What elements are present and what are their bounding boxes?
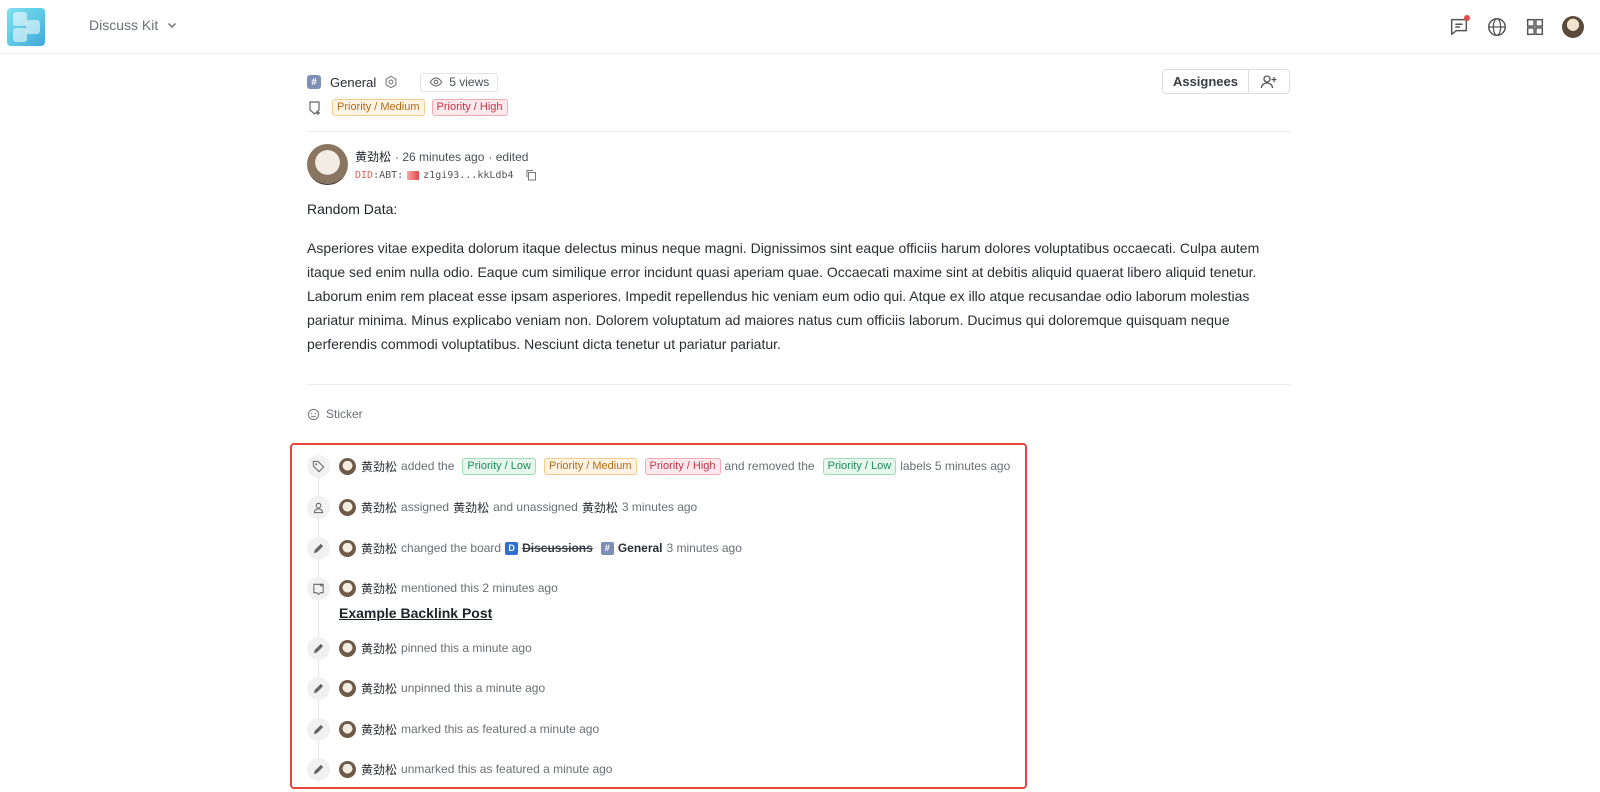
eye-icon xyxy=(429,77,443,87)
label-priority-high[interactable]: Priority / High xyxy=(644,457,721,475)
user-name[interactable]: 黄劲松 xyxy=(361,540,397,557)
assignees-button[interactable]: Assignees xyxy=(1163,70,1249,93)
board-hash-icon: # xyxy=(600,541,614,555)
add-user-icon xyxy=(1260,74,1277,88)
did-type: :ABT: xyxy=(373,169,404,181)
user-name[interactable]: 黄劲松 xyxy=(361,680,397,697)
event-text: and removed the xyxy=(724,459,815,473)
user-name[interactable]: 黄劲松 xyxy=(361,761,397,778)
avatar[interactable] xyxy=(339,760,356,778)
event-text: added the xyxy=(401,459,455,473)
globe-icon[interactable] xyxy=(1484,14,1510,40)
assignees-group: Assignees xyxy=(1161,69,1290,94)
avatar[interactable] xyxy=(339,457,356,475)
avatar[interactable] xyxy=(339,720,356,738)
post-body: Asperiores vitae expedita dolorum itaque… xyxy=(307,240,1260,352)
user-icon xyxy=(307,495,330,519)
apps-grid-icon[interactable] xyxy=(1522,14,1548,40)
event-text: changed the board xyxy=(401,541,502,555)
event-text: and unassigned xyxy=(493,500,578,514)
avatar[interactable] xyxy=(339,679,356,697)
pencil-icon xyxy=(307,636,330,660)
did-avatar-icon xyxy=(407,170,420,180)
sticker-label: Sticker xyxy=(326,407,363,421)
new-board[interactable]: General xyxy=(618,541,663,555)
backlink-icon xyxy=(307,576,330,600)
post-author: 黄劲松 · 26 minutes ago · edited DID:ABT: z… xyxy=(307,144,537,185)
app-name: Discuss Kit xyxy=(89,17,159,33)
post-time: · 26 minutes ago xyxy=(395,149,485,164)
app-switcher[interactable]: Discuss Kit xyxy=(89,17,178,33)
user-name[interactable]: 黄劲松 xyxy=(361,640,397,657)
label-priority-low[interactable]: Priority / Low xyxy=(822,457,897,475)
avatar[interactable] xyxy=(339,639,356,657)
event-mention: 黄劲松 mentioned this 2 minutes ago xyxy=(307,576,562,600)
event-time: 3 minutes ago xyxy=(621,500,698,514)
board-name[interactable]: General xyxy=(330,75,376,90)
event-text: marked this as featured a minute ago xyxy=(401,722,600,736)
author-did: DID:ABT: z1gi93...kkLdb4 xyxy=(355,169,537,181)
event-text: mentioned this 2 minutes ago xyxy=(401,581,558,595)
label-priority-low[interactable]: Priority / Low xyxy=(462,457,536,475)
board-hash-icon: # xyxy=(307,75,321,89)
user-name[interactable]: 黄劲松 xyxy=(582,499,618,516)
chevron-down-icon xyxy=(168,22,177,29)
user-name[interactable]: 黄劲松 xyxy=(361,721,397,738)
views-label: 5 views xyxy=(449,75,490,89)
edited-flag: · edited xyxy=(488,149,529,164)
user-name[interactable]: 黄劲松 xyxy=(361,458,397,475)
smile-add-icon xyxy=(307,408,320,420)
old-board[interactable]: Discussions xyxy=(522,541,593,555)
divider xyxy=(307,131,1290,132)
event-text: unpinned this a minute ago xyxy=(401,681,546,695)
backlink-post-link[interactable]: Example Backlink Post xyxy=(339,605,492,621)
user-name[interactable]: 黄劲松 xyxy=(453,499,489,516)
avatar[interactable] xyxy=(339,498,356,516)
event-labels: 黄劲松 added the Priority / Low Priority / … xyxy=(307,454,1014,478)
top-bar: Discuss Kit xyxy=(0,0,1600,54)
event-assign: 黄劲松 assigned 黄劲松 and unassigned 黄劲松 3 mi… xyxy=(307,495,701,519)
label-priority-medium[interactable]: Priority / Medium xyxy=(543,457,637,475)
event-text: pinned this a minute ago xyxy=(401,641,532,655)
views-count: 5 views xyxy=(420,72,499,92)
app-logo[interactable] xyxy=(7,8,45,46)
event-board-change: 黄劲松 changed the board D Discussions # Ge… xyxy=(307,536,746,560)
user-avatar[interactable] xyxy=(1560,14,1586,40)
did-prefix: DID xyxy=(355,169,374,181)
event-featured: 黄劲松 marked this as featured a minute ago xyxy=(307,717,603,741)
event-time: labels 5 minutes ago xyxy=(900,459,1011,473)
author-avatar[interactable] xyxy=(307,144,348,185)
post-title: Random Data: xyxy=(307,201,398,217)
pencil-icon xyxy=(307,536,330,560)
board-discussions-icon: D xyxy=(505,541,519,555)
event-pinned: 黄劲松 pinned this a minute ago xyxy=(307,636,536,660)
pencil-icon xyxy=(307,757,330,781)
settings-gear-icon[interactable] xyxy=(384,75,398,89)
author-name[interactable]: 黄劲松 xyxy=(355,148,391,165)
pencil-icon xyxy=(307,717,330,741)
sticker-button[interactable]: Sticker xyxy=(307,407,363,421)
event-text: assigned xyxy=(401,500,450,514)
notification-dot xyxy=(1464,15,1470,21)
user-name[interactable]: 黄劲松 xyxy=(361,580,397,597)
event-time: 3 minutes ago xyxy=(666,541,742,555)
post-labels: Priority / Medium Priority / High xyxy=(307,99,508,116)
tag-icon xyxy=(307,454,330,478)
event-unfeatured: 黄劲松 unmarked this as featured a minute a… xyxy=(307,757,616,781)
pencil-icon xyxy=(307,676,330,700)
divider xyxy=(307,384,1290,385)
event-unpinned: 黄劲松 unpinned this a minute ago xyxy=(307,676,549,700)
add-assignee-button[interactable] xyxy=(1249,70,1289,93)
avatar[interactable] xyxy=(339,579,356,597)
label-priority-medium[interactable]: Priority / Medium xyxy=(332,99,425,116)
label-add-icon[interactable] xyxy=(307,100,323,116)
event-text: unmarked this as featured a minute ago xyxy=(401,762,613,776)
user-name[interactable]: 黄劲松 xyxy=(361,499,397,516)
copy-icon[interactable] xyxy=(525,169,537,181)
avatar[interactable] xyxy=(339,539,356,557)
did-value: z1gi93...kkLdb4 xyxy=(423,169,514,181)
label-priority-high[interactable]: Priority / High xyxy=(431,99,508,116)
chat-icon[interactable] xyxy=(1446,14,1472,40)
